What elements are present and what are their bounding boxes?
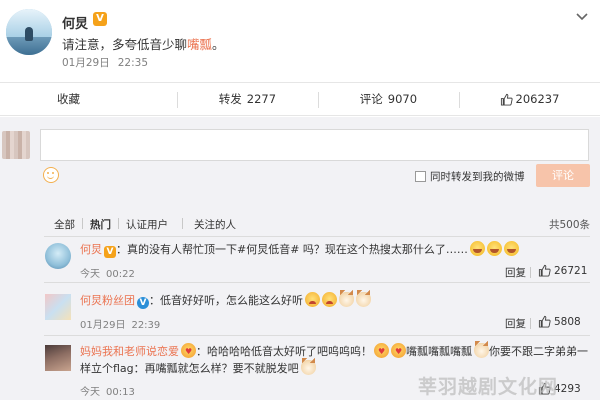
commenter-name[interactable]: 妈妈我和老师说恋爱: [80, 345, 179, 358]
cat-emoji-icon: [474, 341, 489, 358]
filter-hot-tab[interactable]: 热门: [90, 217, 111, 232]
like-button[interactable]: 206237: [458, 83, 600, 115]
filter-all-tab[interactable]: 全部: [54, 217, 75, 232]
comment-input[interactable]: [40, 129, 589, 161]
action-divider: [530, 318, 531, 329]
filter-underline: [44, 236, 590, 237]
comment-text: 何炅粉丝团 V ：低音好好听，怎么能这么好听: [80, 290, 371, 309]
commenter-name[interactable]: 何炅粉丝团: [80, 294, 135, 307]
author-name[interactable]: 何炅: [62, 13, 88, 32]
reply-button[interactable]: 回复: [505, 265, 526, 280]
comment-total-count: 共500条: [548, 219, 590, 231]
weibo-post: 何炅 V 请注意，多夸低音少聊嘴瓢。 01月29日 22:35: [0, 0, 600, 81]
repost-button[interactable]: 转发 2277: [176, 83, 318, 115]
crying-emoji-icon: [322, 292, 337, 307]
action-divider: [530, 267, 531, 278]
comment-like-button[interactable]: 5808: [538, 315, 581, 328]
cat-emoji-icon: [339, 290, 354, 307]
favorite-button[interactable]: 收藏: [0, 83, 177, 115]
love-emoji-icon: [391, 343, 406, 360]
laugh-emoji-icon: [469, 241, 485, 256]
post-timestamp[interactable]: 01月29日 22:35: [62, 55, 148, 70]
comment-filter-bar: 全部 热门 认证用户 关注的人 共500条: [0, 213, 600, 235]
verified-badge-icon: V: [93, 12, 107, 26]
comment-text: 何炅 V ：真的没有人帮忙顶一下#何炅低音# 吗？现在这个热搜太那什么了……: [80, 241, 519, 258]
author-avatar[interactable]: [6, 9, 52, 55]
comment-divider: [44, 335, 590, 336]
verified-badge-icon: V: [104, 246, 116, 258]
repost-also-checkbox[interactable]: [415, 171, 426, 182]
thumbs-up-icon: [538, 315, 551, 328]
comment-timestamp: 01月29日 22:39: [80, 320, 161, 331]
commenter-avatar[interactable]: [45, 294, 71, 320]
commenter-avatar[interactable]: [45, 243, 71, 269]
thumbs-up-icon: [500, 93, 513, 106]
laugh-emoji-icon: [503, 241, 519, 256]
thumbs-up-icon: [538, 264, 551, 277]
chevron-down-icon[interactable]: [574, 8, 590, 24]
comment-timestamp: 今天 00:22: [80, 269, 135, 280]
filter-verified-tab[interactable]: 认证用户: [126, 217, 168, 232]
site-watermark: 莘羽越剧文化网: [418, 376, 559, 398]
filter-following-tab[interactable]: 关注的人: [194, 217, 236, 232]
post-hashtag-highlight: 嘴瓢: [187, 37, 213, 52]
laugh-emoji-icon: [486, 241, 502, 256]
crying-emoji-icon: [305, 292, 320, 307]
submit-comment-button[interactable]: 评论: [536, 164, 590, 187]
comment-text-line2: 样立个flag：再嘴瓢就怎么样？要不就脱发吧: [80, 358, 316, 377]
reply-button[interactable]: 回复: [505, 316, 526, 331]
filter-divider: [118, 218, 119, 229]
commenter-avatar[interactable]: [45, 345, 71, 371]
filter-divider: [82, 218, 83, 229]
emoji-picker-icon[interactable]: [43, 167, 59, 183]
verified-blue-badge-icon: V: [137, 297, 149, 309]
comment-timestamp: 今天 00:13: [80, 387, 135, 398]
cat-emoji-icon: [356, 290, 371, 307]
cat-emoji-icon: [300, 358, 316, 375]
repost-also-label: 同时转发到我的微博: [430, 171, 525, 183]
comment-text: 妈妈我和老师说恋爱：哈哈哈哈低音太好听了吧呜呜呜！嘴瓢嘴瓢嘴瓢你要不跟二字弟弟一: [80, 341, 588, 360]
filter-divider: [182, 218, 183, 229]
comment-divider: [44, 282, 590, 283]
love-emoji-icon: [374, 343, 389, 360]
post-text: 请注意，多夸低音少聊嘴瓢。: [62, 37, 225, 52]
love-emoji-icon: [181, 343, 196, 360]
comment-section: 同时转发到我的微博 评论 全部 热门 认证用户 关注的人 共500条 何炅 V ：真…: [0, 117, 600, 400]
current-user-avatar: [2, 131, 30, 159]
commenter-name[interactable]: 何炅: [80, 243, 102, 256]
comment-button[interactable]: 评论 9070: [317, 83, 459, 115]
comment-like-button[interactable]: 26721: [538, 264, 587, 277]
post-action-bar: 收藏 转发 2277 评论 9070 206237: [0, 82, 600, 116]
